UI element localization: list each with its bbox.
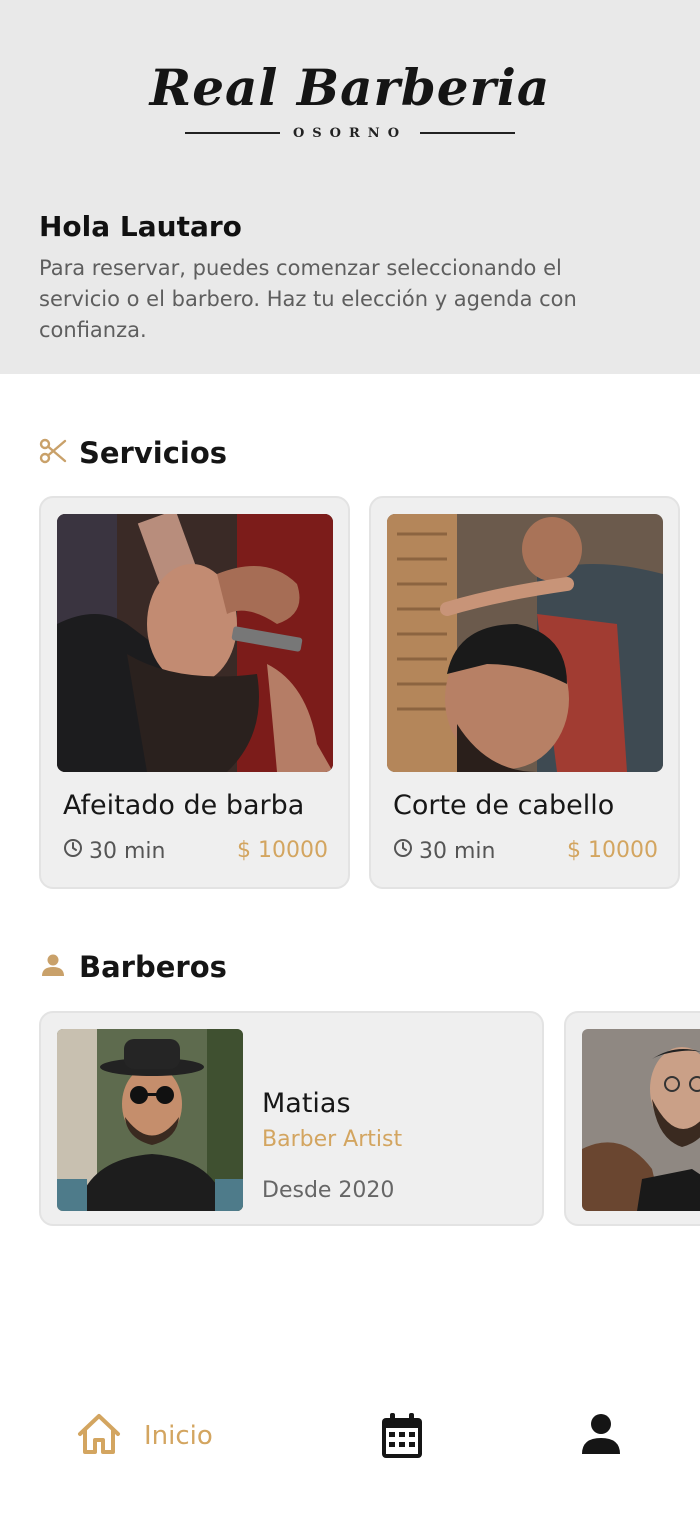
service-duration-text: 30 min bbox=[419, 838, 496, 864]
service-photo-haircut bbox=[387, 514, 663, 772]
logo-divider bbox=[185, 132, 280, 134]
intro-text: Para reservar, puedes comenzar seleccion… bbox=[39, 256, 577, 342]
service-price: $ 10000 bbox=[237, 838, 328, 863]
person-icon bbox=[39, 951, 67, 983]
scissors-icon bbox=[39, 437, 67, 469]
greeting: Hola Lautaro bbox=[39, 210, 242, 243]
service-duration-text: 30 min bbox=[89, 838, 166, 864]
service-photo-beard bbox=[57, 514, 333, 772]
service-card[interactable]: Afeitado de barba 30 min $ 10000 bbox=[39, 496, 350, 889]
logo-divider bbox=[420, 132, 515, 134]
barber-name: Matias bbox=[262, 1088, 351, 1119]
nav-home-label: Inicio bbox=[144, 1421, 213, 1451]
services-heading: Servicios bbox=[39, 436, 227, 470]
home-icon bbox=[76, 1412, 122, 1460]
nav-calendar[interactable] bbox=[380, 1412, 424, 1464]
barber-card[interactable]: Matias Barber Artist Desde 2020 bbox=[39, 1011, 544, 1226]
service-price: $ 10000 bbox=[567, 838, 658, 863]
service-duration: 30 min bbox=[63, 838, 165, 864]
barber-since: Desde 2020 bbox=[262, 1178, 395, 1203]
logo-title: Real Barberia bbox=[149, 58, 551, 117]
nav-profile[interactable] bbox=[580, 1412, 622, 1460]
service-card[interactable]: Corte de cabello 30 min $ 10000 bbox=[369, 496, 680, 889]
barber-role: Barber Artist bbox=[262, 1127, 403, 1152]
header: Real Barberia OSORNO Hola Lautaro Para r… bbox=[0, 0, 700, 374]
service-name: Afeitado de barba bbox=[63, 790, 305, 821]
service-duration: 30 min bbox=[393, 838, 495, 864]
barber-card-partial[interactable] bbox=[564, 1011, 700, 1226]
barbers-title: Barberos bbox=[79, 950, 227, 984]
logo-subtitle-text: OSORNO bbox=[292, 126, 408, 141]
services-title: Servicios bbox=[79, 436, 228, 470]
clock-icon bbox=[393, 838, 413, 864]
profile-icon bbox=[580, 1412, 622, 1460]
logo-subtitle: OSORNO bbox=[185, 122, 515, 142]
calendar-icon bbox=[380, 1412, 424, 1464]
barber-photo bbox=[57, 1029, 243, 1211]
brand-logo: Real Barberia OSORNO bbox=[0, 58, 700, 142]
barber-photo bbox=[582, 1029, 700, 1211]
clock-icon bbox=[63, 838, 83, 864]
service-name: Corte de cabello bbox=[393, 790, 615, 821]
barbers-heading: Barberos bbox=[39, 950, 227, 984]
bottom-navigation: Inicio bbox=[0, 1380, 700, 1500]
nav-home[interactable]: Inicio bbox=[76, 1412, 213, 1460]
